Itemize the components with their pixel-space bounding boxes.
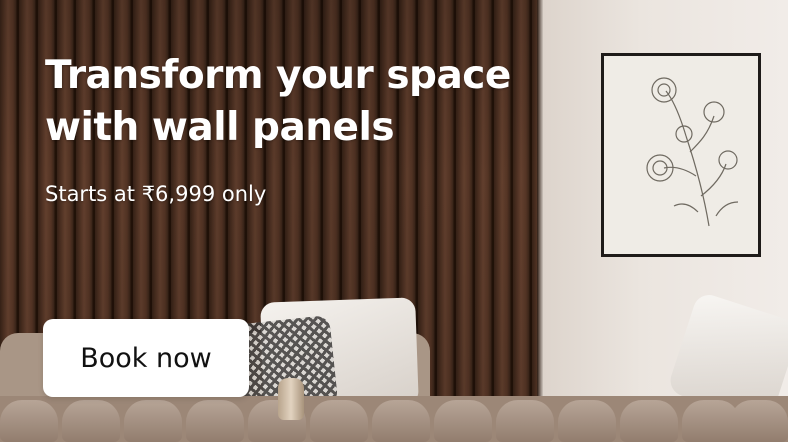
sofa-tuft xyxy=(310,400,368,442)
decor-vase xyxy=(278,378,304,420)
banner-headline: Transform your space with wall panels xyxy=(45,53,511,150)
sofa-tuft xyxy=(0,400,58,442)
sofa-tuft xyxy=(372,400,430,442)
promo-banner: Transform your space with wall panels St… xyxy=(0,0,788,442)
sofa-tuft xyxy=(124,400,182,442)
sofa-tuft xyxy=(62,400,120,442)
sofa-tuft xyxy=(730,400,788,442)
artwork-canvas xyxy=(604,56,758,254)
sofa-tuft xyxy=(186,400,244,442)
framed-artwork xyxy=(601,53,761,257)
price-subline: Starts at ₹6,999 only xyxy=(45,182,267,206)
sofa-tuft xyxy=(434,400,492,442)
sofa-tuft xyxy=(558,400,616,442)
sofa-tuft xyxy=(496,400,554,442)
flower-illustration-icon xyxy=(646,77,739,227)
book-now-button[interactable]: Book now xyxy=(43,319,249,397)
sofa-tuft xyxy=(620,400,678,442)
